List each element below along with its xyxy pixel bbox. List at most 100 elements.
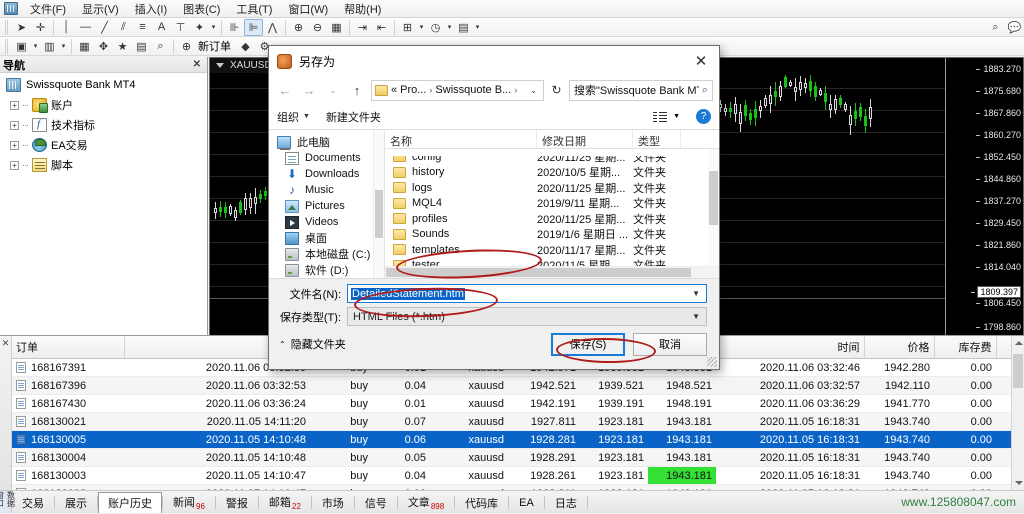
- terminal-close-icon[interactable]: ✕: [0, 336, 12, 490]
- table-row[interactable]: 168167396 2020.11.06 03:32:53 buy 0.04 xauus…: [12, 376, 1024, 395]
- new-chart-caret-icon[interactable]: ▾: [31, 38, 40, 55]
- file-list-item[interactable]: history 2020/10/5 星期... 文件夹: [385, 165, 708, 181]
- horizontal-line-icon[interactable]: —: [76, 19, 95, 36]
- col-swap[interactable]: 库存费: [934, 336, 997, 359]
- terminal-tab-9[interactable]: 代码库: [455, 491, 508, 514]
- filetype-select[interactable]: HTML Files (*.htm) ▼: [347, 307, 707, 326]
- strategy-tester-icon[interactable]: ⌕: [151, 38, 170, 55]
- navigator-close-icon[interactable]: ✕: [190, 59, 204, 70]
- expand-icon[interactable]: +: [10, 160, 19, 170]
- expand-icon[interactable]: +: [10, 100, 19, 110]
- col-type[interactable]: 类型: [633, 130, 681, 148]
- view-layout-icon[interactable]: [653, 111, 668, 123]
- breadcrumb-overflow[interactable]: «: [391, 84, 397, 96]
- text-icon[interactable]: A: [152, 19, 171, 36]
- sidebar-item-local-disk-c[interactable]: 本地磁盘 (C:): [277, 246, 384, 262]
- data-window-side-tab[interactable]: 数据窗口: [0, 491, 16, 513]
- terminal-tab-7[interactable]: 信号: [355, 491, 397, 514]
- menu-charts[interactable]: 图表(C): [175, 0, 228, 19]
- file-list-item[interactable]: MQL4 2019/9/11 星期... 文件夹: [385, 196, 708, 212]
- chat-icon[interactable]: 💬: [1005, 19, 1024, 36]
- expand-icon[interactable]: +: [10, 140, 19, 150]
- menu-help[interactable]: 帮助(H): [336, 0, 389, 19]
- refresh-icon[interactable]: ↻: [548, 80, 565, 100]
- tile-windows-icon[interactable]: ▦: [327, 19, 346, 36]
- equidistant-channel-icon[interactable]: ⫽: [114, 19, 133, 36]
- scroll-thumb[interactable]: [375, 190, 383, 238]
- navigator-item-accounts[interactable]: + 账户: [4, 95, 207, 115]
- navigator-item-expert-advisors[interactable]: + EA交易: [4, 135, 207, 155]
- table-row[interactable]: 168130021 2020.11.05 14:11:20 buy 0.07 xauus…: [12, 412, 1024, 431]
- trendline-icon[interactable]: ╱: [95, 19, 114, 36]
- forward-icon[interactable]: →: [299, 80, 319, 100]
- sidebar-item-videos[interactable]: Videos: [277, 214, 384, 230]
- market-watch-icon[interactable]: ▦: [75, 38, 94, 55]
- help-icon[interactable]: ?: [696, 109, 711, 124]
- recent-locations-caret-icon[interactable]: ⌄: [323, 80, 343, 100]
- terminal-tab-6[interactable]: 市场: [312, 491, 354, 514]
- file-list-item[interactable]: config 2020/11/25 星期... 文件夹: [385, 155, 708, 165]
- dialog-sidebar[interactable]: 此电脑 Documents ⬇ Downloads ♪ Music Pictur…: [269, 130, 385, 278]
- menu-insert[interactable]: 插入(I): [127, 0, 175, 19]
- col-date[interactable]: 修改日期: [537, 130, 633, 148]
- terminal-tab-10[interactable]: EA: [509, 493, 544, 512]
- hide-folders-toggle[interactable]: ⌃ 隐藏文件夹: [279, 336, 346, 352]
- scroll-up-icon[interactable]: [1015, 341, 1023, 345]
- timeframe-caret-icon[interactable]: ▾: [445, 19, 454, 36]
- file-list-item[interactable]: logs 2020/11/25 星期... 文件夹: [385, 180, 708, 196]
- candlestick-chart-icon[interactable]: ⊫: [244, 18, 263, 36]
- sidebar-item-music[interactable]: ♪ Music: [277, 182, 384, 198]
- crosshair-icon[interactable]: ✛: [31, 19, 50, 36]
- back-icon[interactable]: ←: [275, 80, 295, 100]
- filetype-dropdown-caret-icon[interactable]: ▼: [688, 312, 704, 321]
- file-list-horizontal-scrollbar[interactable]: [385, 266, 719, 278]
- menu-tools[interactable]: 工具(T): [228, 0, 280, 19]
- indicators-icon[interactable]: ⊞: [398, 19, 417, 36]
- line-chart-icon[interactable]: ⋀: [263, 19, 282, 36]
- timeframe-clock-icon[interactable]: ◷: [426, 19, 445, 36]
- view-options[interactable]: ▼: [653, 111, 680, 123]
- cursor-icon[interactable]: ➤: [12, 19, 31, 36]
- zoom-out-icon[interactable]: ⊖: [308, 19, 327, 36]
- view-caret-icon[interactable]: ▼: [673, 113, 680, 120]
- auto-scroll-icon[interactable]: ⇥: [353, 19, 372, 36]
- up-one-level-icon[interactable]: ↑: [347, 80, 367, 100]
- templates-caret-icon[interactable]: ▾: [473, 19, 482, 36]
- sidebar-item-software-d[interactable]: 软件 (D:): [277, 262, 384, 278]
- terminal-tab-0[interactable]: 交易: [12, 491, 54, 514]
- menu-window[interactable]: 窗口(W): [280, 0, 336, 19]
- col-close-time[interactable]: 时间: [716, 336, 865, 359]
- arrows-dropdown-caret-icon[interactable]: ▾: [209, 19, 218, 36]
- col-close-price[interactable]: 价格: [864, 336, 935, 359]
- file-list-item[interactable]: templates 2020/11/17 星期... 文件夹: [385, 242, 708, 258]
- scroll-down-icon[interactable]: [1015, 481, 1023, 485]
- save-as-dialog[interactable]: 另存为 ✕ ← → ⌄ ↑ « Pro... › Swissquote B...…: [268, 45, 720, 370]
- arrows-icon[interactable]: ✦: [190, 19, 209, 36]
- chart-shift-icon[interactable]: ⇤: [372, 19, 391, 36]
- filename-input[interactable]: DetailedStatement.htm ▼: [347, 284, 707, 303]
- profiles-icon[interactable]: ▥: [40, 38, 59, 55]
- menu-view[interactable]: 显示(V): [74, 0, 127, 19]
- breadcrumb-swissquote[interactable]: Swissquote B...: [435, 84, 511, 96]
- toolbar-grip[interactable]: [5, 38, 9, 54]
- filename-dropdown-caret-icon[interactable]: ▼: [688, 289, 704, 298]
- file-list-scrollbar[interactable]: [708, 149, 719, 266]
- terminal-tab-2[interactable]: 账户历史: [98, 491, 162, 513]
- save-button[interactable]: 保存(S): [551, 332, 625, 356]
- text-label-icon[interactable]: ⊤: [171, 19, 190, 36]
- terminal-tab-3[interactable]: 新闻96: [163, 490, 215, 514]
- table-row[interactable]: 168130005 2020.11.05 14:10:48 buy 0.06 xauus…: [12, 430, 1024, 449]
- col-name[interactable]: 名称: [385, 130, 537, 148]
- toolbar-grip[interactable]: [5, 19, 9, 35]
- terminal-tab-4[interactable]: 警报: [216, 491, 258, 514]
- sidebar-item-desktop[interactable]: 桌面: [277, 230, 384, 246]
- organize-button[interactable]: 组织 ▼: [277, 109, 310, 125]
- fibonacci-retracement-icon[interactable]: ≡: [133, 19, 152, 36]
- sidebar-scrollbar[interactable]: [373, 130, 384, 278]
- breadcrumb-program-files[interactable]: Pro...: [400, 84, 426, 96]
- table-row[interactable]: 168167430 2020.11.06 03:36:24 buy 0.01 xauus…: [12, 394, 1024, 413]
- navigator-item-indicators[interactable]: + 技术指标: [4, 115, 207, 135]
- table-row[interactable]: 168130004 2020.11.05 14:10:48 buy 0.05 xauus…: [12, 448, 1024, 467]
- zoom-in-icon[interactable]: ⊕: [289, 19, 308, 36]
- search-input[interactable]: 搜索"Swissquote Bank MT4... ⌕: [569, 79, 713, 101]
